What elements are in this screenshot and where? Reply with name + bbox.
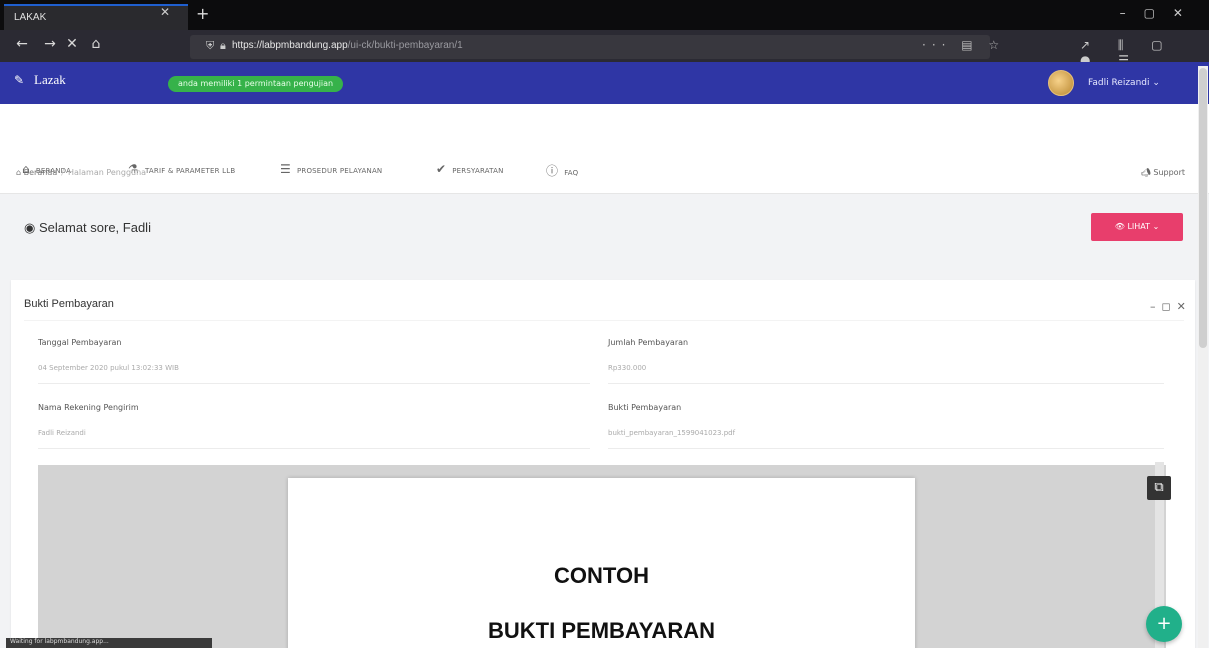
- window-controls[interactable]: –▢✕: [1120, 6, 1201, 20]
- card-title: Bukti Pembayaran: [24, 298, 114, 310]
- breadcrumb-home[interactable]: Beranda: [24, 168, 58, 177]
- divider: [608, 448, 1164, 449]
- file-link[interactable]: bukti_pembayaran_1599041023.pdf: [608, 429, 735, 437]
- forward-icon[interactable]: →: [40, 36, 60, 52]
- user-name: Fadli Reizandi: [1088, 78, 1150, 88]
- dot-icon: ◉: [24, 220, 36, 235]
- tab-close-icon[interactable]: ✕: [160, 5, 170, 19]
- pdf-text-line: CONTOH: [554, 563, 649, 588]
- url-domain: https://labpmbandung.app: [232, 40, 348, 51]
- check-icon: ✔: [436, 162, 447, 176]
- logo-icon: ✎: [14, 73, 25, 87]
- add-fab-button[interactable]: +: [1146, 606, 1182, 642]
- field-label: Nama Rekening Pengirim: [38, 403, 139, 412]
- greeting: ◉ Selamat sore, Fadli: [24, 220, 151, 236]
- field-value: Fadli Reizandi: [38, 429, 86, 437]
- megaphone-icon: 📣︎: [1140, 168, 1151, 177]
- lock-icon[interactable]: 🔒︎: [220, 39, 226, 53]
- list-icon: ☰: [280, 162, 291, 176]
- expand-icon[interactable]: ◻: [1162, 300, 1177, 313]
- page-actions-icon[interactable]: ··· ▤ ☆: [922, 38, 1005, 52]
- close-icon[interactable]: ✕: [1177, 300, 1192, 313]
- divider: [24, 320, 1184, 321]
- browser-window: LAKAK ✕ + –▢✕ ← → ✕ ⌂ ⛨ 🔒︎ https://labpm…: [0, 0, 1209, 648]
- divider: [38, 448, 590, 449]
- minimize-icon[interactable]: –: [1150, 300, 1162, 313]
- lihat-button[interactable]: 👁︎ LIHAT ⌄: [1091, 213, 1183, 241]
- app-logo[interactable]: Lazak: [34, 72, 66, 88]
- home-icon: ⌂: [16, 168, 22, 177]
- chevron-down-icon: ⌄: [1152, 222, 1160, 231]
- field-value: 04 September 2020 pukul 13:02:33 WIB: [38, 364, 179, 372]
- user-menu[interactable]: Fadli Reizandi ⌄: [1088, 78, 1160, 88]
- pdf-text-line: BUKTI PEMBAYARAN: [488, 618, 715, 643]
- url-path: /ui-ck/bukti-pembayaran/1: [347, 40, 463, 51]
- breadcrumb-current: Halaman Pengguna: [67, 168, 147, 177]
- card-tools[interactable]: –◻✕: [1150, 300, 1192, 313]
- question-icon: ⓘ: [546, 164, 559, 178]
- tab-title: LAKAK: [14, 12, 47, 23]
- divider: [38, 383, 590, 384]
- support-link[interactable]: 📣︎ Support: [1141, 168, 1185, 177]
- chevron-down-icon: ⌄: [1152, 78, 1160, 88]
- status-badge[interactable]: anda memiliki 1 permintaan pengujian: [168, 76, 344, 92]
- field-label: Bukti Pembayaran: [608, 403, 682, 412]
- scrollbar-thumb[interactable]: [1199, 68, 1207, 348]
- browser-status: Waiting for labpmbandung.app...: [6, 638, 212, 648]
- menu-item-faq[interactable]: ⓘ FAQ: [546, 162, 578, 179]
- field-value: Rp330.000: [608, 364, 647, 372]
- menu-item-persyaratan[interactable]: ✔ PERSYARATAN: [436, 162, 504, 176]
- breadcrumb: ⌂ Beranda / Halaman Pengguna: [16, 168, 147, 177]
- new-tab-icon[interactable]: +: [196, 4, 209, 23]
- stop-icon[interactable]: ✕: [62, 36, 82, 52]
- divider: [608, 383, 1164, 384]
- home-icon[interactable]: ⌂: [86, 36, 106, 52]
- menu-item-prosedur[interactable]: ☰ PROSEDUR PELAYANAN: [280, 162, 382, 176]
- avatar[interactable]: [1048, 70, 1074, 96]
- shield-icon[interactable]: ⛨: [206, 39, 214, 53]
- field-label: Tanggal Pembayaran: [38, 338, 122, 347]
- back-icon[interactable]: ←: [12, 36, 32, 52]
- url-text[interactable]: https://labpmbandung.app/ui-ck/bukti-pem…: [232, 40, 463, 51]
- top-menu: [0, 104, 1209, 194]
- greeting-text: Selamat sore, Fadli: [38, 220, 151, 235]
- greeting-row: [0, 195, 1209, 261]
- open-external-icon[interactable]: ⧉: [1147, 476, 1171, 500]
- field-label: Jumlah Pembayaran: [608, 338, 689, 347]
- eye-icon: 👁︎: [1114, 222, 1125, 231]
